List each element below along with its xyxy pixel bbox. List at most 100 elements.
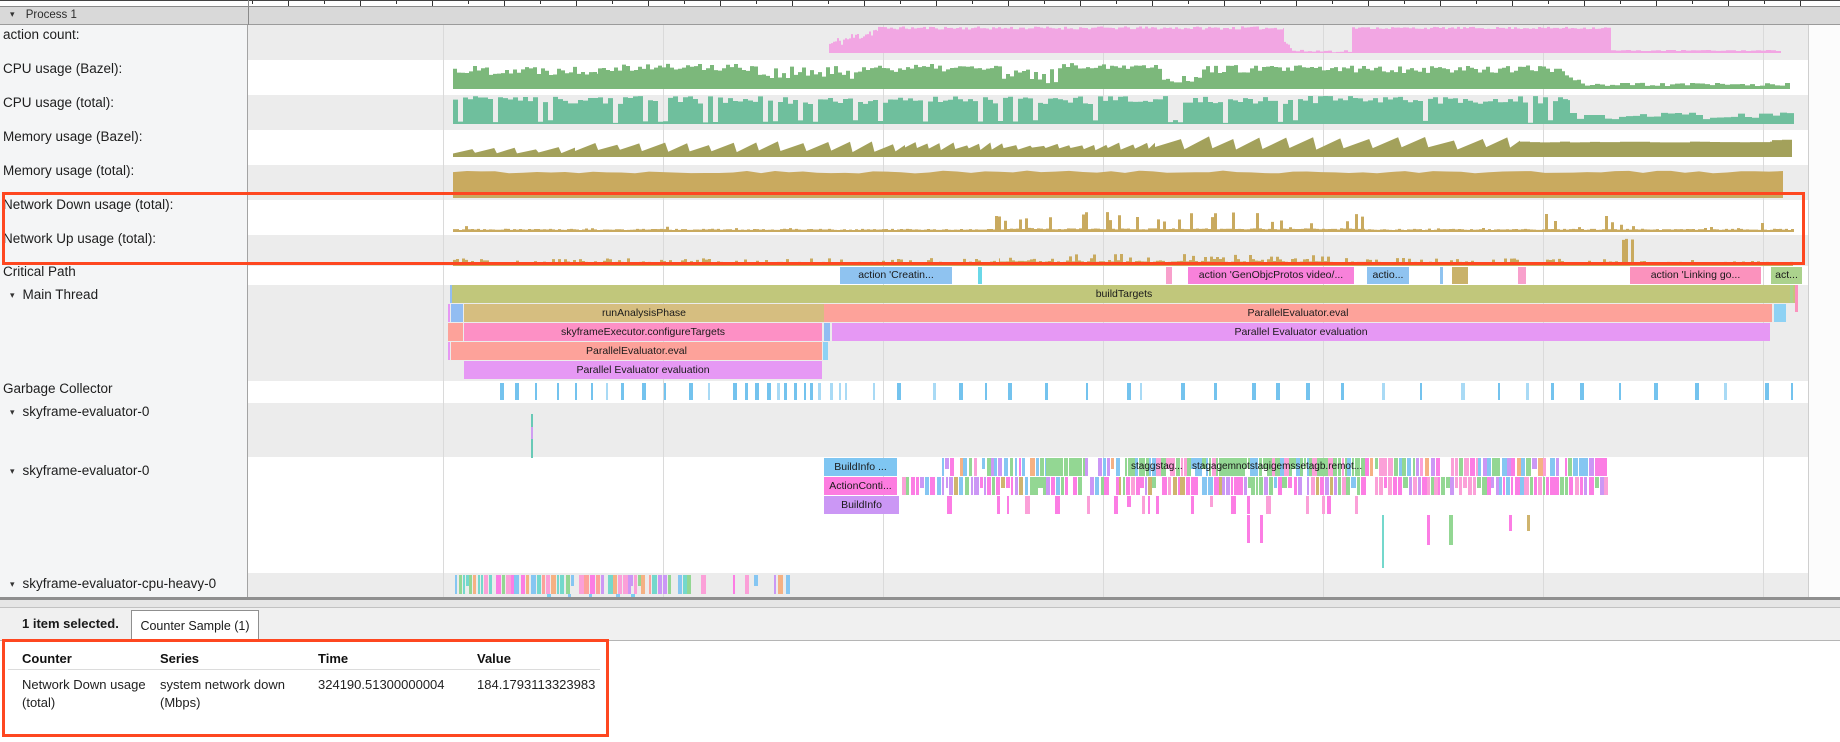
evaluator-sliver[interactable]	[1538, 458, 1543, 476]
evaluator-sliver[interactable]	[1103, 458, 1105, 476]
gc-tick[interactable]	[897, 383, 901, 400]
evaluator-sliver[interactable]	[1022, 458, 1025, 476]
evaluator-sliver[interactable]	[1191, 477, 1195, 495]
evaluator-sliver[interactable]	[1534, 477, 1536, 495]
evaluator-sliver[interactable]	[1311, 477, 1315, 495]
cpu-heavy-sliver[interactable]	[618, 575, 622, 594]
evaluator-sliver[interactable]	[1600, 477, 1604, 495]
gc-tick[interactable]	[1695, 383, 1699, 400]
evaluator-sliver[interactable]	[1431, 458, 1435, 476]
track-label-skyframe-evaluator-0[interactable]: ▾skyframe-evaluator-0	[10, 463, 149, 478]
evaluator-sliver[interactable]	[1065, 477, 1068, 495]
evaluator-sliver[interactable]	[1365, 458, 1369, 476]
evaluator-sliver[interactable]	[942, 458, 944, 476]
cpu-heavy-sliver[interactable]	[514, 575, 519, 594]
evaluator-sliver[interactable]	[1104, 477, 1109, 495]
cpu-heavy-sliver[interactable]	[496, 575, 501, 594]
evaluator-sliver[interactable]	[920, 477, 923, 488]
evaluator-sliver[interactable]	[1446, 477, 1449, 488]
main-thread-span[interactable]	[1795, 285, 1798, 312]
evaluator-sliver[interactable]	[1450, 477, 1454, 495]
gc-tick[interactable]	[1276, 383, 1280, 400]
evaluator-sliver[interactable]	[1046, 477, 1050, 495]
gc-tick[interactable]	[959, 383, 963, 400]
evaluator-sliver[interactable]	[987, 458, 991, 476]
evaluator-sliver[interactable]	[1231, 496, 1235, 514]
evaluator-sliver[interactable]	[1532, 458, 1537, 469]
gc-tick[interactable]	[642, 383, 646, 400]
gc-tick[interactable]	[500, 383, 504, 400]
cpu-heavy-sliver[interactable]	[634, 575, 637, 594]
cpu-heavy-sliver[interactable]	[687, 575, 690, 594]
gc-tick[interactable]	[794, 383, 797, 400]
evaluator-sliver[interactable]	[1056, 477, 1060, 495]
gc-tick[interactable]	[1619, 383, 1621, 400]
main-thread-span[interactable]: skyframeExecutor.configureTargets	[464, 323, 822, 341]
evaluator-sliver[interactable]	[992, 477, 996, 495]
evaluator-sliver[interactable]	[1502, 458, 1507, 476]
evaluator-sliver[interactable]	[1487, 477, 1491, 495]
track-label-skyframe-evaluator-0[interactable]: ▾skyframe-evaluator-0	[10, 404, 149, 419]
evaluator-sliver[interactable]	[1543, 458, 1545, 476]
evaluator-sliver[interactable]	[1266, 496, 1271, 514]
cpu-heavy-sliver[interactable]	[745, 575, 749, 594]
cpu-heavy-sliver[interactable]	[733, 575, 735, 594]
cpu-heavy-sliver[interactable]	[560, 575, 564, 594]
evaluator-sliver[interactable]	[1511, 477, 1514, 495]
gc-tick[interactable]	[810, 383, 813, 400]
evaluator-sliver[interactable]	[994, 458, 996, 476]
evaluator-sliver[interactable]	[1168, 477, 1172, 495]
cpu-heavy-sliver[interactable]	[526, 575, 529, 594]
evaluator-sliver[interactable]	[1393, 477, 1397, 495]
evaluator-sliver[interactable]	[1274, 477, 1277, 488]
evaluator-sliver[interactable]	[1019, 477, 1023, 495]
evaluator-sliver[interactable]	[998, 458, 1002, 476]
cpu-heavy-sliver[interactable]	[571, 575, 574, 586]
cpu-heavy-sliver[interactable]	[754, 575, 759, 586]
evaluator-deep-tick[interactable]	[1427, 515, 1430, 545]
evaluator-sliver[interactable]	[1436, 458, 1440, 476]
counter-series-net-down[interactable]	[453, 212, 1794, 232]
evaluator-sliver[interactable]	[1123, 477, 1125, 495]
gc-tick[interactable]	[933, 383, 936, 400]
evaluator-sliver[interactable]	[937, 477, 941, 495]
gc-tick[interactable]	[1045, 383, 1048, 400]
gc-tick[interactable]	[755, 383, 759, 400]
gc-tick[interactable]	[784, 383, 787, 400]
evaluator-sliver[interactable]	[906, 477, 909, 495]
evaluator-sliver[interactable]	[1407, 458, 1411, 476]
evaluator-sliver[interactable]	[1357, 477, 1359, 495]
evaluator-sliver[interactable]	[974, 477, 979, 495]
evaluator-sliver[interactable]	[1503, 477, 1505, 495]
evaluator-sliver[interactable]	[1361, 477, 1366, 495]
evaluator-sliver[interactable]	[1095, 477, 1099, 495]
evaluator-sliver[interactable]	[1244, 477, 1247, 495]
gc-tick[interactable]	[1420, 383, 1422, 400]
cpu-heavy-sliver[interactable]	[566, 575, 570, 594]
evaluator-span[interactable]: ActionConti...	[824, 477, 897, 495]
evaluator-sliver[interactable]	[1589, 477, 1594, 495]
track-label-main-thread[interactable]: ▾Main Thread	[10, 287, 98, 302]
evaluator-sliver[interactable]	[1071, 458, 1075, 476]
evaluator-sliver[interactable]	[1409, 477, 1412, 495]
cpu-heavy-sliver[interactable]	[473, 575, 477, 594]
track-label-skyframe-evaluator-cpu-heavy-0[interactable]: ▾skyframe-evaluator-cpu-heavy-0	[10, 576, 216, 591]
evaluator-sliver[interactable]	[965, 477, 969, 495]
evaluator-sliver[interactable]	[1327, 496, 1332, 514]
evaluator-sliver[interactable]	[1260, 515, 1263, 543]
evaluator-sliver[interactable]	[1107, 458, 1110, 476]
evaluator-sliver[interactable]	[1330, 477, 1333, 495]
evaluator-sliver[interactable]	[1455, 477, 1459, 488]
evaluator-sliver[interactable]	[1379, 458, 1381, 476]
evaluator-sliver[interactable]	[1087, 496, 1089, 514]
main-thread-span[interactable]	[823, 342, 828, 360]
cpu-heavy-sliver[interactable]	[631, 575, 633, 586]
cpu-heavy-sliver[interactable]	[652, 575, 657, 594]
evaluator-sliver[interactable]	[1126, 477, 1130, 495]
main-thread-span[interactable]: Parallel Evaluator evaluation	[832, 323, 1770, 341]
evaluator-sliver[interactable]	[1455, 458, 1458, 476]
cpu-heavy-sliver[interactable]	[459, 575, 462, 594]
evaluator-sliver[interactable]	[1116, 458, 1120, 476]
counter-series-action-count[interactable]	[829, 26, 1781, 53]
evaluator-sliver[interactable]	[1579, 458, 1583, 476]
